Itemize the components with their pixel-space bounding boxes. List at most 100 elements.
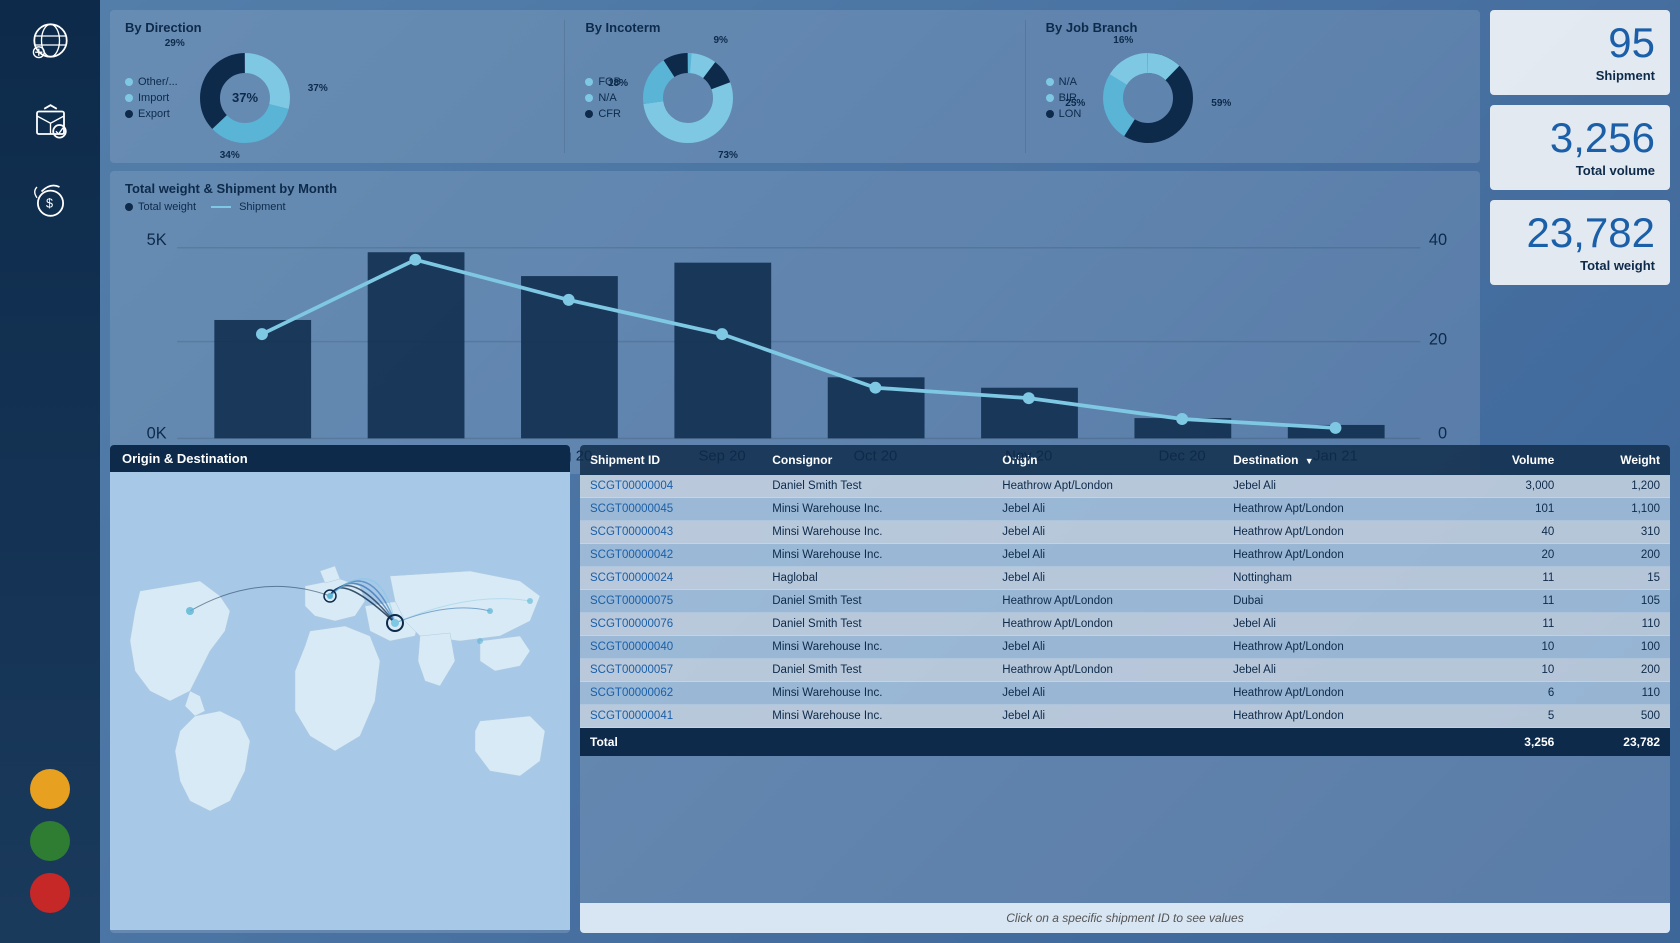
bar-chart-svg: 5K 0K 40 20 0 Total weight Shipment xyxy=(125,218,1465,464)
shipment-legend-label: Shipment xyxy=(239,201,285,213)
cell-weight: 200 xyxy=(1564,659,1670,682)
cell-volume: 11 xyxy=(1454,590,1564,613)
table-row[interactable]: SCGT00000062 Minsi Warehouse Inc. Jebel … xyxy=(580,682,1670,705)
green-dot[interactable] xyxy=(30,821,70,861)
cell-weight: 105 xyxy=(1564,590,1670,613)
cell-shipment-id[interactable]: SCGT00000062 xyxy=(580,682,762,705)
cell-origin: Jebel Ali xyxy=(992,498,1223,521)
pct-34: 34% xyxy=(220,150,240,161)
cell-volume: 5 xyxy=(1454,705,1564,728)
table-row[interactable]: SCGT00000042 Minsi Warehouse Inc. Jebel … xyxy=(580,544,1670,567)
svg-text:0: 0 xyxy=(1438,424,1447,442)
donut-charts-row: By Direction Other/... Import xyxy=(110,10,1480,163)
cfr-dot xyxy=(585,110,593,118)
table-row[interactable]: SCGT00000076 Daniel Smith Test Heathrow … xyxy=(580,613,1670,636)
cell-volume: 10 xyxy=(1454,636,1564,659)
cell-origin: Jebel Ali xyxy=(992,682,1223,705)
by-incoterm-title: By Incoterm xyxy=(585,20,1004,35)
svg-text:20: 20 xyxy=(1429,331,1447,349)
sidebar: $ xyxy=(0,0,100,943)
footer-weight: 23,782 xyxy=(1564,728,1670,757)
cell-consignor: Minsi Warehouse Inc. xyxy=(762,521,992,544)
cell-shipment-id[interactable]: SCGT00000041 xyxy=(580,705,762,728)
cell-shipment-id[interactable]: SCGT00000075 xyxy=(580,590,762,613)
pct-29: 29% xyxy=(165,38,185,49)
cell-consignor: Minsi Warehouse Inc. xyxy=(762,705,992,728)
cell-shipment-id[interactable]: SCGT00000045 xyxy=(580,498,762,521)
orange-dot[interactable] xyxy=(30,769,70,809)
other-label: Other/... xyxy=(138,76,178,88)
shipment-label: Shipment xyxy=(1596,68,1655,83)
table-row[interactable]: SCGT00000024 Haglobal Jebel Ali Nottingh… xyxy=(580,567,1670,590)
cell-origin: Heathrow Apt/London xyxy=(992,475,1223,498)
import-label: Import xyxy=(138,92,169,104)
shipment-legend: Shipment xyxy=(211,201,285,213)
total-weight-legend-label: Total weight xyxy=(138,201,196,213)
shipment-value: 95 xyxy=(1608,22,1655,64)
cell-destination: Heathrow Apt/London xyxy=(1223,498,1454,521)
globe-icon[interactable] xyxy=(20,10,80,70)
cell-volume: 20 xyxy=(1454,544,1564,567)
cell-shipment-id[interactable]: SCGT00000042 xyxy=(580,544,762,567)
cell-origin: Jebel Ali xyxy=(992,521,1223,544)
cell-origin: Jebel Ali xyxy=(992,544,1223,567)
package-icon[interactable] xyxy=(20,90,80,150)
table-row[interactable]: SCGT00000041 Minsi Warehouse Inc. Jebel … xyxy=(580,705,1670,728)
na-branch-label: N/A xyxy=(1059,76,1077,88)
pct-18: 18% xyxy=(608,78,628,89)
na-legend: N/A xyxy=(585,92,621,104)
cfr-legend: CFR xyxy=(585,108,621,120)
by-incoterm-donut: 9% 18% 73% xyxy=(633,43,743,153)
lon-label: LON xyxy=(1059,108,1082,120)
cell-volume: 10 xyxy=(1454,659,1564,682)
na-label: N/A xyxy=(598,92,616,104)
cell-shipment-id[interactable]: SCGT00000043 xyxy=(580,521,762,544)
cell-destination: Heathrow Apt/London xyxy=(1223,636,1454,659)
table-row[interactable]: SCGT00000043 Minsi Warehouse Inc. Jebel … xyxy=(580,521,1670,544)
table-section: Shipment ID Consignor Origin Destination xyxy=(580,445,1670,933)
weight-kpi: 23,782 Total weight xyxy=(1490,200,1670,285)
cfr-label: CFR xyxy=(598,108,621,120)
table-body: SCGT00000004 Daniel Smith Test Heathrow … xyxy=(580,475,1670,728)
content-wrapper: By Direction Other/... Import xyxy=(100,0,1680,943)
lon-legend: LON xyxy=(1046,108,1082,120)
cell-origin: Heathrow Apt/London xyxy=(992,613,1223,636)
cell-origin: Jebel Ali xyxy=(992,705,1223,728)
svg-text:Dec 20: Dec 20 xyxy=(1159,449,1206,464)
bar-chart-title: Total weight & Shipment by Month xyxy=(125,181,1465,196)
svg-text:Jan 21: Jan 21 xyxy=(1313,449,1358,464)
map-body xyxy=(110,472,570,930)
by-direction-chart: By Direction Other/... Import xyxy=(125,20,544,153)
table-row[interactable]: SCGT00000040 Minsi Warehouse Inc. Jebel … xyxy=(580,636,1670,659)
table-row[interactable]: SCGT00000057 Daniel Smith Test Heathrow … xyxy=(580,659,1670,682)
volume-kpi: 3,256 Total volume xyxy=(1490,105,1670,190)
table-scroll-area[interactable]: Shipment ID Consignor Origin Destination xyxy=(580,445,1670,903)
table-row[interactable]: SCGT00000004 Daniel Smith Test Heathrow … xyxy=(580,475,1670,498)
pct-16: 16% xyxy=(1113,35,1133,46)
na-branch-legend: N/A xyxy=(1046,76,1082,88)
cell-shipment-id[interactable]: SCGT00000076 xyxy=(580,613,762,636)
bar-chart-legend: Total weight Shipment xyxy=(125,201,1465,213)
cell-consignor: Daniel Smith Test xyxy=(762,590,992,613)
pct-9: 9% xyxy=(714,35,728,46)
col-weight[interactable]: Weight xyxy=(1564,445,1670,475)
cell-weight: 110 xyxy=(1564,682,1670,705)
cell-shipment-id[interactable]: SCGT00000004 xyxy=(580,475,762,498)
cell-weight: 110 xyxy=(1564,613,1670,636)
cell-weight: 500 xyxy=(1564,705,1670,728)
table-hint: Click on a specific shipment ID to see v… xyxy=(580,903,1670,933)
cell-shipment-id[interactable]: SCGT00000024 xyxy=(580,567,762,590)
separator-2 xyxy=(1025,20,1026,153)
import-dot xyxy=(125,94,133,102)
table-row[interactable]: SCGT00000075 Daniel Smith Test Heathrow … xyxy=(580,590,1670,613)
table-row[interactable]: SCGT00000045 Minsi Warehouse Inc. Jebel … xyxy=(580,498,1670,521)
col-volume[interactable]: Volume xyxy=(1454,445,1564,475)
shipment-kpi: 95 Shipment xyxy=(1490,10,1670,95)
cell-shipment-id[interactable]: SCGT00000040 xyxy=(580,636,762,659)
payment-icon[interactable]: $ xyxy=(20,170,80,230)
cell-destination: Jebel Ali xyxy=(1223,659,1454,682)
svg-text:Nov 20: Nov 20 xyxy=(1005,449,1052,464)
red-dot[interactable] xyxy=(30,873,70,913)
cell-shipment-id[interactable]: SCGT00000057 xyxy=(580,659,762,682)
cell-origin: Heathrow Apt/London xyxy=(992,659,1223,682)
